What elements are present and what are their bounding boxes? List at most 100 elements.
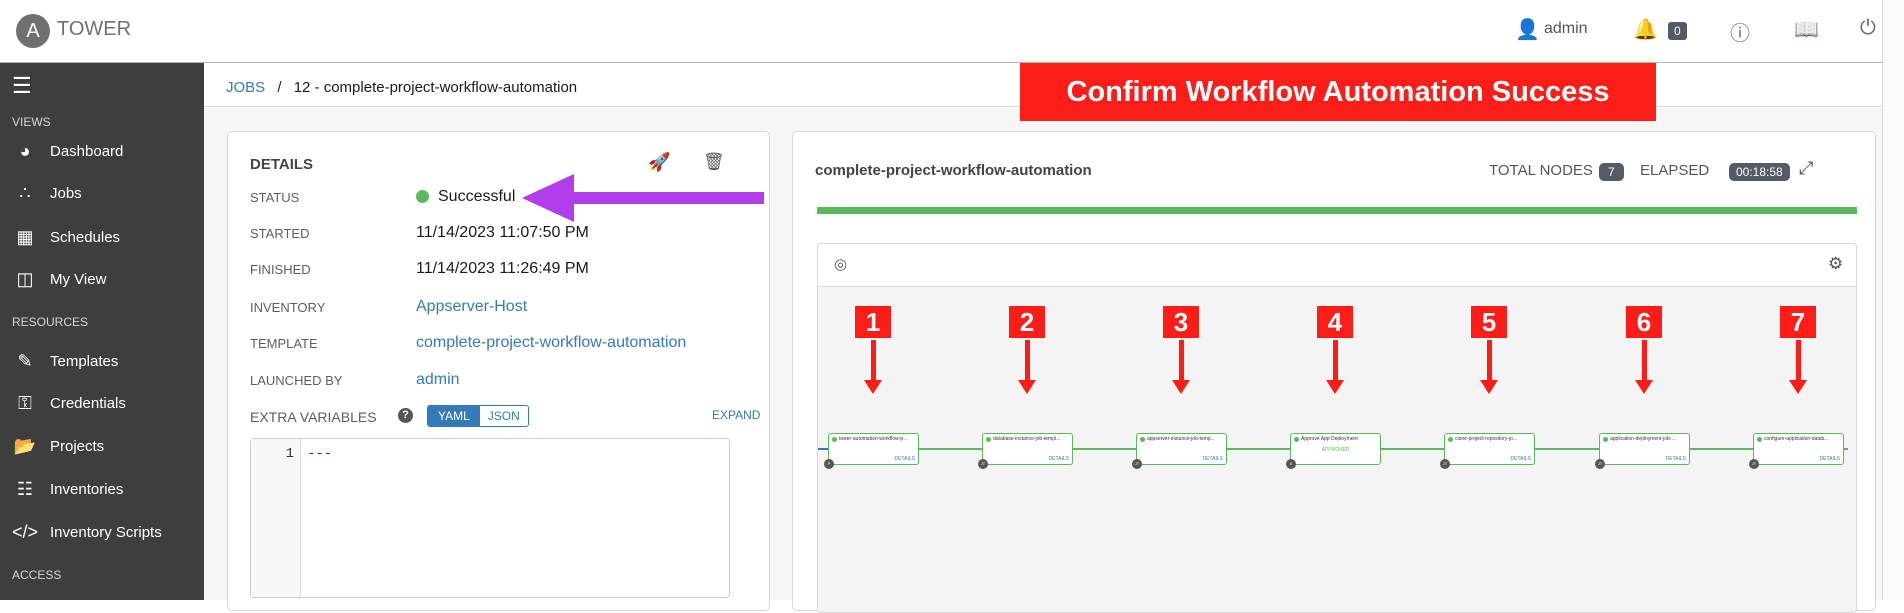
node-name: Approve App Deployment <box>1301 436 1358 442</box>
annotation-banner: Confirm Workflow Automation Success <box>1020 63 1656 121</box>
step-marker-arrowhead <box>1480 380 1498 394</box>
json-toggle[interactable]: JSON <box>480 406 528 426</box>
expand-link[interactable]: EXPAND <box>712 408 760 422</box>
success-dot-icon <box>1603 437 1608 442</box>
hamburger-menu-icon[interactable]: ☰ <box>12 73 32 99</box>
node-name: configure-application-datab... <box>1764 436 1829 442</box>
node-name: database-instance-job-templ... <box>993 436 1061 442</box>
step-marker-arrow <box>1333 340 1338 382</box>
template-label: TEMPLATE <box>250 336 318 351</box>
docs-book-icon[interactable]: 📖 <box>1794 17 1819 42</box>
step-marker-arrow <box>1642 340 1647 382</box>
step-marker-arrowhead <box>1326 380 1344 394</box>
step-marker-arrow <box>1487 340 1492 382</box>
success-dot-icon <box>1140 437 1145 442</box>
workflow-node[interactable]: appserver-instance-job-temp... DETAILS JT <box>1132 433 1227 469</box>
bell-icon[interactable]: 🔔 <box>1633 17 1658 42</box>
node-type-badge: JT <box>978 459 988 469</box>
node-type-badge: JT <box>1440 459 1450 469</box>
workflow-graph: ◎ ⚙ 1 tower-automation-workflow-p... DETAI… <box>817 243 1857 613</box>
workflow-node[interactable]: tower-automation-workflow-p... DETAILS P <box>824 433 919 469</box>
status-value: Successful <box>438 188 516 205</box>
step-marker: 4 <box>1317 306 1353 338</box>
sidebar-item-label: Projects <box>50 437 105 455</box>
inventory-label: INVENTORY <box>250 300 326 315</box>
sidebar-item-jobs[interactable]: ∴ Jobs <box>0 175 204 211</box>
node-details-link[interactable]: DETAILS <box>1049 456 1069 462</box>
workflow-node[interactable]: Approve App Deployment APPROVED II <box>1286 433 1381 469</box>
sidebar-item-label: Credentials <box>50 394 126 412</box>
breadcrumb-separator: / <box>277 79 282 96</box>
breadcrumb-current: 12 - complete-project-workflow-automatio… <box>293 79 578 96</box>
launched-by-label: LAUNCHED BY <box>250 373 343 388</box>
success-dot-icon <box>1294 437 1299 442</box>
settings-gear-icon[interactable]: ⚙ <box>1828 254 1843 274</box>
jobs-icon: ∴ <box>19 182 31 203</box>
sidebar-item-label: Jobs <box>50 184 82 202</box>
key-icon: ⚿ <box>18 392 32 413</box>
sidebar: ☰ VIEWS ◕ Dashboard ∴ Jobs ▦ Schedules ◫ My … <box>0 63 204 600</box>
yaml-toggle[interactable]: YAML <box>428 406 480 426</box>
node-type-badge: JT <box>1595 459 1605 469</box>
step-marker: 6 <box>1626 306 1662 338</box>
extra-variables-editor[interactable]: 1 --- <box>250 438 730 598</box>
node-name: tower-automation-workflow-p... <box>839 436 908 442</box>
step-marker: 1 <box>855 306 891 338</box>
sidebar-item-schedules[interactable]: ▦ Schedules <box>0 219 204 255</box>
status-label: STATUS <box>250 190 300 205</box>
node-type-badge: II <box>1286 459 1296 469</box>
step-marker: 7 <box>1780 306 1816 338</box>
format-toggle: YAML JSON <box>427 405 529 427</box>
inventory-link[interactable]: Appserver-Host <box>416 298 527 316</box>
fullscreen-icon[interactable]: ⤢ <box>1799 158 1813 179</box>
launched-by-link[interactable]: admin <box>416 371 460 389</box>
sidebar-item-dashboard[interactable]: ◕ Dashboard <box>0 133 204 169</box>
user-icon[interactable]: 👤 <box>1515 17 1540 42</box>
workflow-node[interactable]: clone-project-repository-jo... DETAILS JT <box>1440 433 1535 469</box>
success-dot-icon <box>832 437 837 442</box>
total-nodes-label: TOTAL NODES <box>1489 162 1593 179</box>
progress-fill <box>817 207 1857 214</box>
success-dot-icon <box>1448 437 1453 442</box>
node-type-badge: JT <box>1749 459 1759 469</box>
sidebar-item-label: Inventory Scripts <box>50 523 162 541</box>
sidebar-item-templates[interactable]: ✎ Templates <box>0 343 204 379</box>
workflow-node[interactable]: application-deployment-job-... DETAILS JT <box>1595 433 1690 469</box>
step-marker-arrowhead <box>1018 380 1036 394</box>
section-resources: RESOURCES <box>12 315 89 329</box>
sidebar-item-projects[interactable]: 📂 Projects <box>0 428 204 464</box>
code-icon: </> <box>11 521 39 542</box>
node-details-link[interactable]: DETAILS <box>895 456 915 462</box>
step-marker-arrow <box>1796 340 1801 382</box>
scrollbar[interactable] <box>1882 0 1904 600</box>
step-marker-arrowhead <box>1635 380 1653 394</box>
node-details-link[interactable]: DETAILS <box>1203 456 1223 462</box>
node-details-link[interactable]: DETAILS <box>1511 456 1531 462</box>
content-area: DETAILS 🚀 🗑 STATUS Successful STARTED 11… <box>204 108 1882 613</box>
info-icon[interactable]: ⓘ <box>1730 17 1750 46</box>
user-link[interactable]: admin <box>1544 20 1588 38</box>
success-dot-icon <box>1757 437 1762 442</box>
sidebar-item-my-view[interactable]: ◫ My View <box>0 261 204 297</box>
help-icon[interactable]: ? <box>398 408 413 423</box>
sidebar-item-inventories[interactable]: ☷ Inventories <box>0 471 204 507</box>
step-marker: 2 <box>1009 306 1045 338</box>
workflow-node[interactable]: configure-application-datab... DETAILS JT <box>1749 433 1844 469</box>
template-link[interactable]: complete-project-workflow-automation <box>416 334 686 352</box>
compass-icon[interactable]: ◎ <box>834 255 847 273</box>
calendar-icon: ▦ <box>16 226 34 247</box>
sidebar-item-inventory-scripts[interactable]: </> Inventory Scripts <box>0 514 204 550</box>
step-marker: 3 <box>1163 306 1199 338</box>
node-name: application-deployment-job-... <box>1610 436 1676 442</box>
folder-icon: 📂 <box>13 435 37 456</box>
workflow-node[interactable]: database-instance-job-templ... DETAILS JT <box>978 433 1073 469</box>
sidebar-item-credentials[interactable]: ⚿ Credentials <box>0 385 204 421</box>
node-details-link[interactable]: DETAILS <box>1820 456 1840 462</box>
step-marker: 5 <box>1471 306 1507 338</box>
node-details-link[interactable]: DETAILS <box>1666 456 1686 462</box>
logout-power-icon[interactable]: ⏻ <box>1860 17 1876 40</box>
breadcrumb-jobs-link[interactable]: JOBS <box>226 79 265 96</box>
started-label: STARTED <box>250 226 310 241</box>
brand-name: TOWER <box>57 18 132 40</box>
elapsed-time: 00:18:58 <box>1729 163 1790 181</box>
